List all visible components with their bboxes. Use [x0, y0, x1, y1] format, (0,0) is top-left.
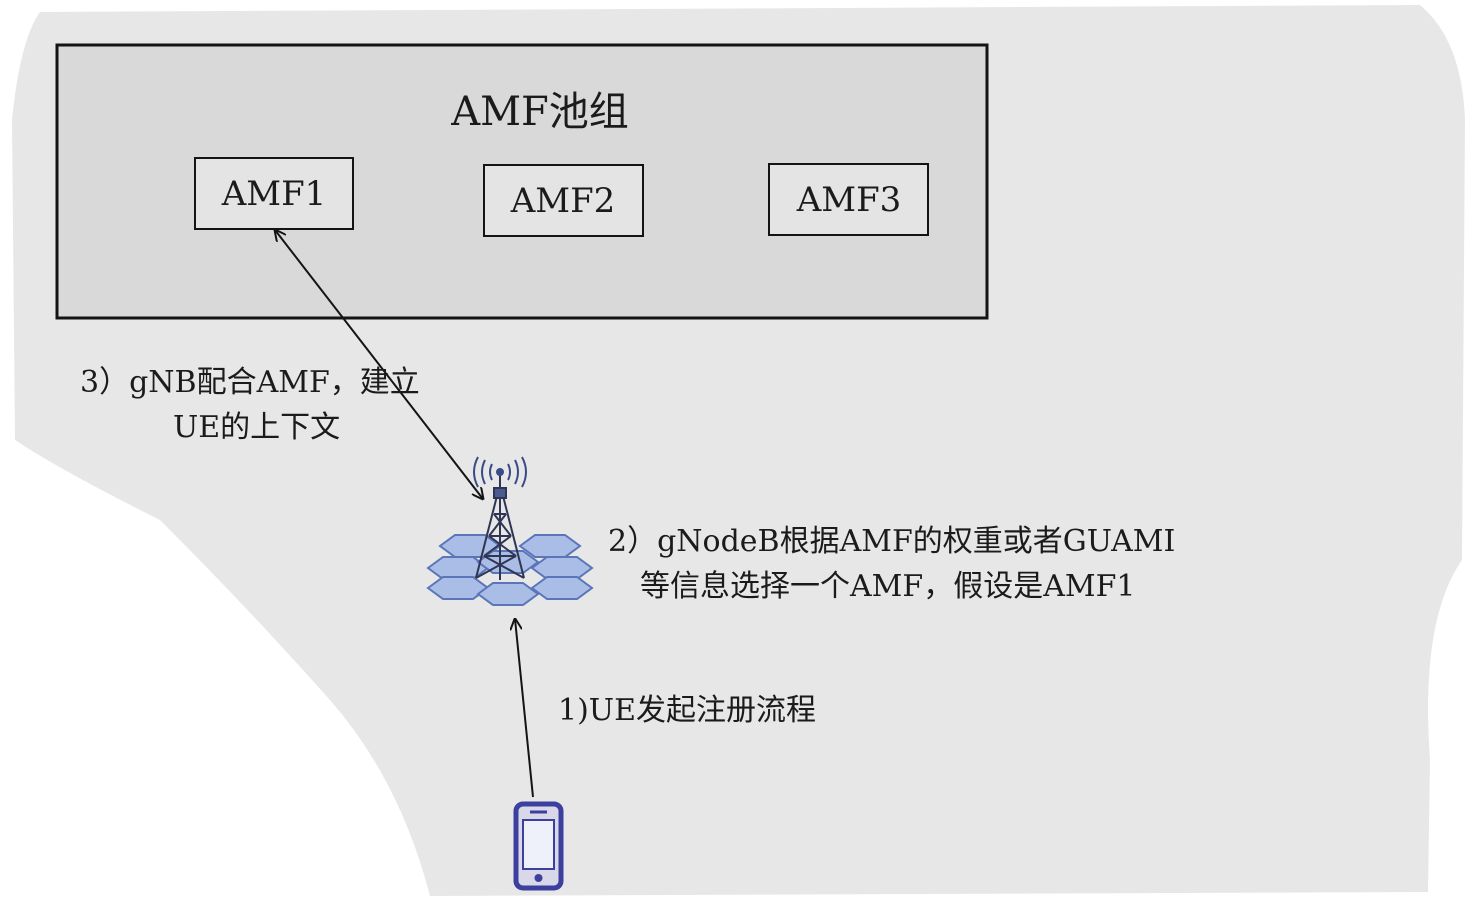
- amf2-label: AMF2: [510, 181, 616, 221]
- amf1-node[interactable]: AMF1: [194, 157, 354, 230]
- svg-text:等信息选择一个AMF，假设是AMF1: 等信息选择一个AMF，假设是AMF1: [640, 569, 1135, 604]
- svg-text:3）gNB配合AMF，建立: 3）gNB配合AMF，建立: [80, 365, 420, 400]
- amf3-label: AMF3: [796, 180, 902, 220]
- smartphone-icon[interactable]: [513, 801, 564, 891]
- svg-text:2）gNodeB根据AMF的权重或者GUAMI: 2）gNodeB根据AMF的权重或者GUAMI: [608, 524, 1175, 559]
- step1-label: 1)UE发起注册流程: [558, 693, 816, 728]
- amf1-label: AMF1: [221, 174, 327, 214]
- amf-pool: AMF池组 AMF1 AMF2 AMF3: [55, 43, 989, 320]
- amf2-node[interactable]: AMF2: [483, 164, 644, 237]
- amf-pool-title: AMF池组: [450, 89, 629, 135]
- diagram-canvas: AMF池组 AMF1 AMF2 AMF3 3）gNB配合AMF，建立 UE的上下…: [12, 5, 1465, 896]
- amf3-node[interactable]: AMF3: [768, 163, 929, 236]
- svg-text:UE的上下文: UE的上下文: [173, 410, 340, 445]
